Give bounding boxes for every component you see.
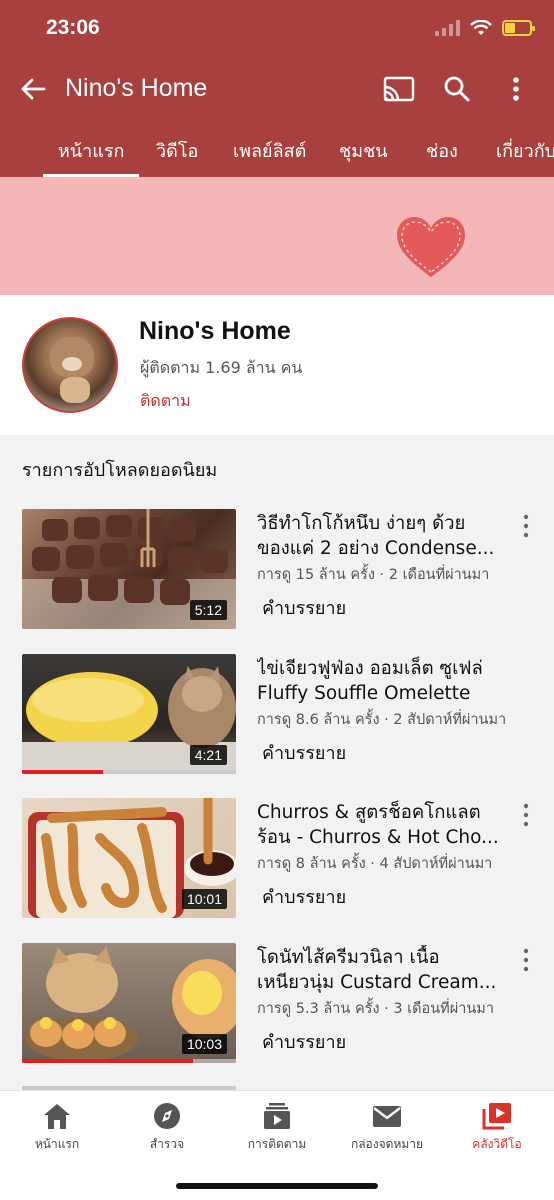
- video-meta: การดู 15 ล้าน ครั้ง · 2 เดือนที่ผ่านมา: [257, 567, 490, 583]
- captions-label[interactable]: คำบรรยาย: [262, 738, 346, 767]
- channel-avatar[interactable]: [22, 317, 118, 413]
- video-title[interactable]: วิธีทำโกโก้หนึบ ง่ายๆ ด้วย ของแค่ 2 อย่า…: [257, 511, 509, 561]
- nav-home-label: หน้าแรก: [34, 1137, 80, 1151]
- video-item[interactable]: 10:01 Churros & สูตรช็อคโกแลต ร้อน - Chu…: [0, 798, 554, 922]
- wifi-icon: [470, 20, 492, 35]
- tab-channels[interactable]: ช่อง: [426, 136, 458, 165]
- video-title-line-1: วิธีทำโกโก้หนึบ ง่ายๆ ด้วย: [257, 513, 466, 534]
- video-more-icon[interactable]: [521, 513, 531, 539]
- tab-playlists[interactable]: เพลย์ลิสต์: [233, 136, 306, 165]
- video-title-line-2: เหนียวนุ่ม Custard Cream...: [257, 972, 497, 993]
- watch-progress: [22, 770, 104, 774]
- cellular-signal-icon: [435, 20, 460, 36]
- video-duration: 4:21: [189, 745, 227, 765]
- video-title[interactable]: ไข่เจียวฟูฟ่อง ออมเล็ต ซูเฟล่ Fluffy Sou…: [257, 656, 509, 706]
- subscriber-count: ผู้ติดตาม 1.69 ล้าน คน: [140, 358, 303, 377]
- app-bar-title: Nino's Home: [65, 74, 208, 102]
- cast-icon[interactable]: [382, 74, 416, 104]
- nav-library[interactable]: คลังวิดีโอ: [442, 1101, 552, 1154]
- nav-inbox-label: กล่องจดหมาย: [350, 1137, 424, 1151]
- tab-home[interactable]: หน้าแรก: [58, 136, 124, 165]
- subscriptions-icon: [264, 1103, 290, 1129]
- nav-library-label: คลังวิดีโอ: [472, 1137, 522, 1151]
- more-options-icon[interactable]: [506, 74, 526, 104]
- video-duration: 10:03: [181, 1034, 227, 1054]
- home-indicator: [176, 1183, 378, 1189]
- video-title-line-1: Churros & สูตรช็อคโกแลต: [257, 802, 481, 823]
- video-thumbnail[interactable]: 5:12: [22, 509, 236, 629]
- video-title-line-2: ของแค่ 2 อย่าง Condense...: [257, 538, 495, 559]
- captions-label[interactable]: คำบรรยาย: [262, 593, 346, 622]
- video-meta: การดู 8 ล้าน ครั้ง · 4 สัปดาห์ที่ผ่านมา: [257, 856, 493, 872]
- video-title-line-2: Fluffy Souffle Omelette: [257, 683, 471, 704]
- video-title-line-2: ร้อน - Churros & Hot Cho...: [257, 827, 499, 848]
- video-thumbnail[interactable]: 4:21: [22, 654, 236, 774]
- tab-community[interactable]: ชุมชน: [339, 136, 388, 165]
- watch-progress: [22, 1059, 194, 1063]
- video-title-line-1: โดนัทไส้ครีมวนิลา เนื้อ: [257, 947, 440, 968]
- nav-explore[interactable]: สำรวจ: [112, 1101, 222, 1154]
- channel-header: Nino's Home ผู้ติดตาม 1.69 ล้าน คน ติดตา…: [0, 295, 554, 435]
- library-icon: [482, 1103, 511, 1130]
- captions-label[interactable]: คำบรรยาย: [262, 1027, 346, 1056]
- app-bar: Nino's Home: [0, 60, 554, 120]
- status-bar: 23:06: [0, 0, 554, 60]
- video-title[interactable]: โดนัทไส้ครีมวนิลา เนื้อ เหนียวนุ่ม Custa…: [257, 945, 509, 995]
- video-item[interactable]: 4:21 ไข่เจียวฟูฟ่อง ออมเล็ต ซูเฟล่ Fluff…: [0, 654, 554, 778]
- video-more-icon[interactable]: [521, 802, 531, 828]
- video-more-icon[interactable]: [521, 947, 531, 973]
- video-item[interactable]: 10:03 โดนัทไส้ครีมวนิลา เนื้อ เหนียวนุ่ม…: [0, 943, 554, 1067]
- video-duration: 10:01: [181, 889, 227, 909]
- explore-icon: [154, 1103, 180, 1129]
- video-item[interactable]: 5:12 วิธีทำโกโก้หนึบ ง่ายๆ ด้วย ของแค่ 2…: [0, 509, 554, 633]
- video-title[interactable]: Churros & สูตรช็อคโกแลต ร้อน - Churros &…: [257, 800, 509, 850]
- status-icons: [435, 20, 535, 36]
- inbox-icon: [373, 1106, 401, 1127]
- video-title-line-1: ไข่เจียวฟูฟ่อง ออมเล็ต ซูเฟล่: [257, 658, 483, 679]
- battery-icon: [502, 20, 535, 36]
- nav-subscriptions-label: การติดตาม: [247, 1137, 307, 1151]
- channel-banner: [0, 177, 554, 295]
- status-time: 23:06: [46, 16, 100, 39]
- video-thumbnail[interactable]: 10:03: [22, 943, 236, 1063]
- tab-videos[interactable]: วิดีโอ: [156, 136, 198, 165]
- nav-home[interactable]: หน้าแรก: [2, 1101, 112, 1154]
- nav-explore-label: สำรวจ: [149, 1137, 185, 1151]
- channel-name: Nino's Home: [139, 317, 291, 345]
- channel-tabs: หน้าแรก วิดีโอ เพลย์ลิสต์ ชุมชน ช่อง เกี…: [0, 120, 554, 177]
- video-meta: การดู 5.3 ล้าน ครั้ง · 3 เดือนที่ผ่านมา: [257, 1001, 494, 1017]
- search-icon[interactable]: [442, 74, 472, 104]
- video-meta: การดู 8.6 ล้าน ครั้ง · 2 สัปดาห์ที่ผ่านม…: [257, 712, 507, 728]
- section-title: รายการอัปโหลดยอดนิยม: [22, 460, 218, 481]
- video-thumbnail[interactable]: 10:01: [22, 798, 236, 918]
- nav-inbox[interactable]: กล่องจดหมาย: [332, 1101, 442, 1154]
- captions-label[interactable]: คำบรรยาย: [262, 882, 346, 911]
- subscribe-button[interactable]: ติดตาม: [140, 389, 191, 414]
- nav-subscriptions[interactable]: การติดตาม: [222, 1101, 332, 1154]
- home-icon: [44, 1104, 70, 1129]
- back-arrow-icon[interactable]: [18, 74, 48, 104]
- tab-about[interactable]: เกี่ยวกับ: [496, 136, 554, 165]
- heart-decoration: [397, 217, 465, 277]
- video-duration: 5:12: [189, 600, 227, 620]
